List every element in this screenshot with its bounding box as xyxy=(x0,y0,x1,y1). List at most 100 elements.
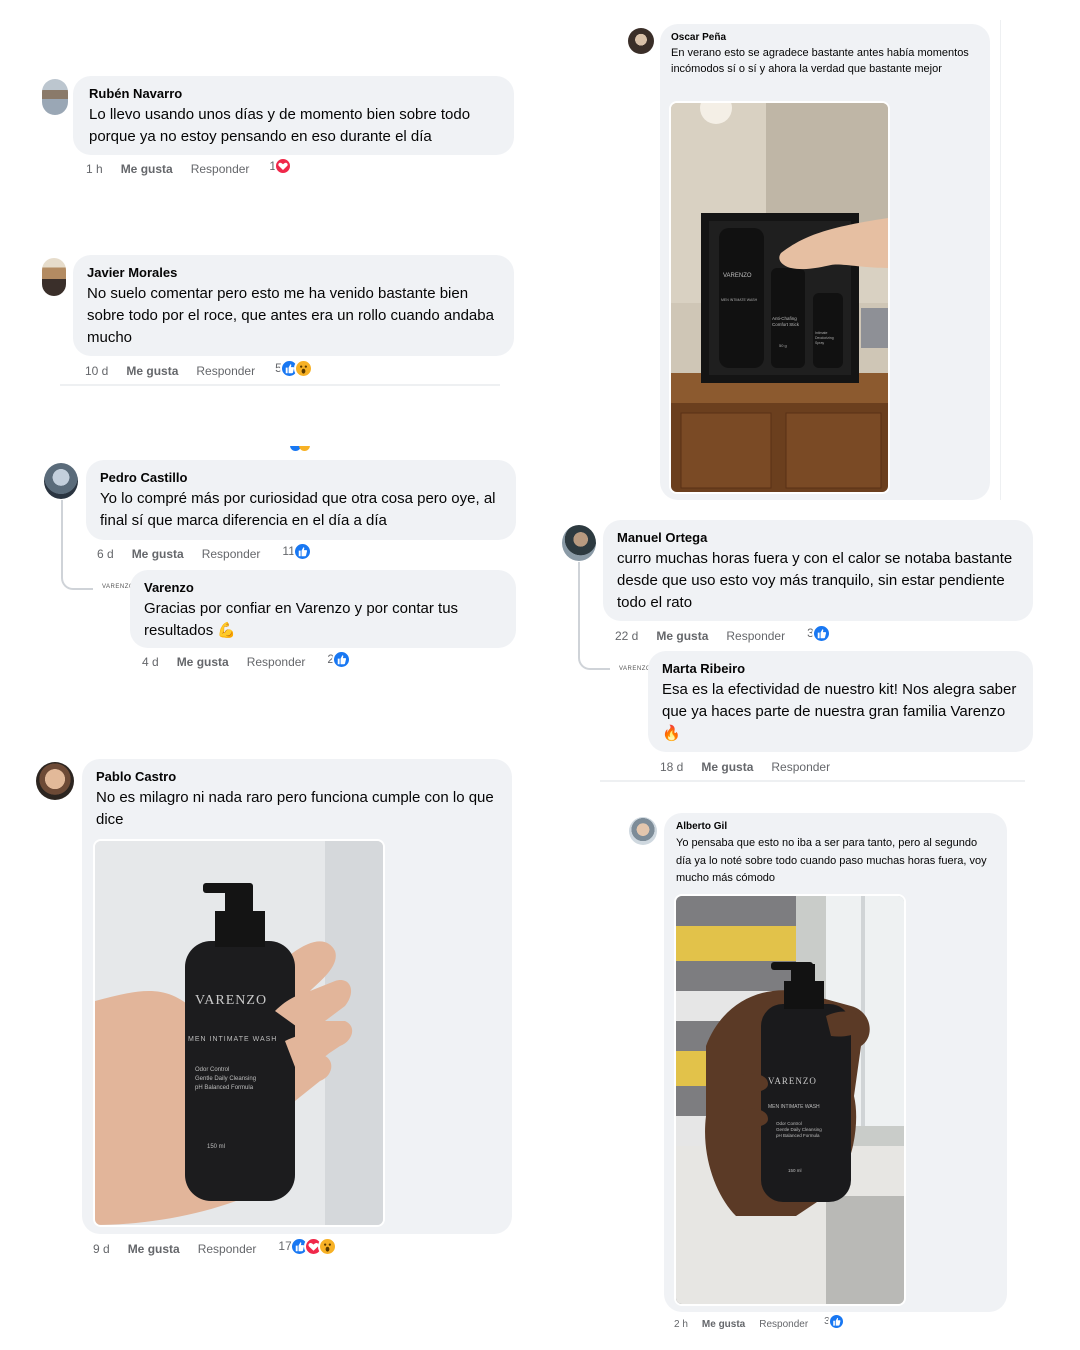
reply-button[interactable]: Responder xyxy=(247,655,306,669)
box-spray-name: Intimate Deodorizing Spray xyxy=(815,331,834,345)
comment-time[interactable]: 1 h xyxy=(86,162,103,176)
reply-button[interactable]: Responder xyxy=(202,547,261,561)
comment-author[interactable]: Varenzo xyxy=(144,580,502,595)
avatar[interactable] xyxy=(36,762,74,800)
reply-button[interactable]: Responder xyxy=(771,760,830,774)
reaction-summary[interactable]: 3 xyxy=(824,1313,845,1330)
like-button[interactable]: Me gusta xyxy=(126,364,178,378)
reply-button[interactable]: Responder xyxy=(196,364,255,378)
clipped-previous-actions: — · ——— · ——— xyxy=(140,52,340,66)
comment-author[interactable]: Pablo Castro xyxy=(96,769,498,784)
comment-time[interactable]: 10 d xyxy=(85,364,108,378)
divider xyxy=(600,780,1025,782)
comment-time[interactable]: 22 d xyxy=(615,629,638,643)
comment-actions: 9 d Me gusta Responder 17 xyxy=(93,1236,337,1256)
comment-time[interactable]: 9 d xyxy=(93,1242,110,1256)
bottle-product-name: MEN INTIMATE WASH xyxy=(188,1036,278,1043)
like-button[interactable]: Me gusta xyxy=(132,547,184,561)
reply-button[interactable]: Responder xyxy=(198,1242,257,1256)
reply-button[interactable]: Responder xyxy=(759,1319,808,1330)
like-button[interactable]: Me gusta xyxy=(128,1242,180,1256)
like-reaction-icon xyxy=(292,541,312,561)
avatar[interactable] xyxy=(44,463,78,499)
comment-text: Yo lo compré más por curiosidad que otra… xyxy=(100,490,496,529)
comment-actions: 6 d Me gusta Responder 11 xyxy=(97,541,312,561)
comment-time[interactable]: 6 d xyxy=(97,547,114,561)
like-button[interactable]: Me gusta xyxy=(701,760,753,774)
like-button[interactable]: Me gusta xyxy=(121,162,173,176)
comment-actions: 18 d Me gusta Responder xyxy=(660,760,830,774)
like-button[interactable]: Me gusta xyxy=(702,1319,745,1330)
comment-text: Lo llevo usando unos días y de momento b… xyxy=(89,106,471,145)
comment-bubble: Pedro Castillo Yo lo compré más por curi… xyxy=(86,460,516,540)
avatar[interactable] xyxy=(629,817,657,845)
comment-time[interactable]: 4 d xyxy=(142,655,159,669)
box-brand: VARENZO xyxy=(723,273,752,279)
comment-bubble: Varenzo Gracias por confiar en Varenzo y… xyxy=(130,570,516,648)
reaction-summary[interactable]: 1 xyxy=(269,157,293,175)
comment-bubble: Manuel Ortega curro muchas horas fuera y… xyxy=(603,520,1033,621)
comment-actions: 22 d Me gusta Responder 3 xyxy=(615,623,831,643)
box-stick-weight: 50 g xyxy=(779,343,787,348)
wow-reaction-icon xyxy=(293,358,313,378)
comment-author[interactable]: Oscar Peña xyxy=(671,32,979,43)
comment-author[interactable]: Pedro Castillo xyxy=(100,470,502,485)
reply-button[interactable]: Responder xyxy=(726,629,785,643)
reaction-summary[interactable]: 17 xyxy=(278,1236,337,1256)
comment-text: No suelo comentar pero esto me ha venido… xyxy=(87,285,494,346)
love-reaction-icon xyxy=(274,157,293,175)
divider xyxy=(1000,20,1001,500)
bottle-volume: 150 ml xyxy=(788,1168,802,1173)
reaction-summary[interactable]: 11 xyxy=(282,541,312,561)
comment-time[interactable]: 2 h xyxy=(674,1319,688,1330)
box-stick-name: Anti-Chafing Comfort Stick xyxy=(772,316,800,327)
comment-author[interactable]: Rubén Navarro xyxy=(89,86,498,101)
comment-photo[interactable]: VARENZO MEN INTIMATE WASH Anti-Chafing C… xyxy=(669,101,890,494)
bottle-product-name: MEN INTIMATE WASH xyxy=(768,1104,820,1110)
avatar[interactable] xyxy=(42,79,68,115)
brand-logo-avatar[interactable]: VARENZO xyxy=(619,666,651,672)
comment-author[interactable]: Manuel Ortega xyxy=(617,530,1019,545)
like-reaction-icon xyxy=(332,649,352,669)
like-reaction-icon xyxy=(827,1313,845,1330)
avatar[interactable] xyxy=(628,28,654,54)
reaction-summary[interactable]: 2 xyxy=(327,649,352,669)
comment-text: Esa es la efectividad de nuestro kit! No… xyxy=(662,681,1017,742)
reply-button[interactable]: Responder xyxy=(191,162,250,176)
comment-actions: 1 h Me gusta Responder 1 xyxy=(86,157,293,176)
comment-actions: 10 d Me gusta Responder 5 xyxy=(85,358,313,378)
bottle-features: Odor Control Gentle Daily Cleansing pH B… xyxy=(776,1121,822,1138)
bottle-features: Odor Control Gentle Daily Cleansing pH B… xyxy=(195,1067,257,1091)
comment-text: Yo pensaba que esto no iba a ser para ta… xyxy=(676,837,987,884)
comment-text: En verano esto se agradece bastante ante… xyxy=(671,47,969,75)
like-button[interactable]: Me gusta xyxy=(656,629,708,643)
comment-photo[interactable]: VARENZO MEN INTIMATE WASH Odor Control G… xyxy=(674,894,906,1306)
comment-text: No es milagro ni nada raro pero funciona… xyxy=(96,789,494,828)
comment-author[interactable]: Alberto Gil xyxy=(676,821,995,832)
clipped-previous-actions: — · —— · —— xyxy=(140,446,340,454)
comment-text: curro muchas horas fuera y con el calor … xyxy=(617,550,1013,611)
product-photo-hand-bottle xyxy=(676,896,904,1304)
bottle-brand: VARENZO xyxy=(768,1076,817,1086)
avatar[interactable] xyxy=(42,258,66,296)
product-photo-kit-box xyxy=(671,103,888,492)
comment-bubble: Marta Ribeiro Esa es la efectividad de n… xyxy=(648,651,1033,752)
comment-actions: 2 h Me gusta Responder 3 xyxy=(674,1313,845,1330)
comment-author[interactable]: Marta Ribeiro xyxy=(662,661,1019,676)
wow-reaction-icon xyxy=(317,1236,337,1256)
comment-author[interactable]: Javier Morales xyxy=(87,265,500,280)
comment-bubble: Rubén Navarro Lo llevo usando unos días … xyxy=(73,76,514,155)
divider xyxy=(60,384,500,386)
like-button[interactable]: Me gusta xyxy=(177,655,229,669)
comment-time[interactable]: 18 d xyxy=(660,760,683,774)
bottle-volume: 150 ml xyxy=(207,1144,226,1150)
comment-bubble: Javier Morales No suelo comentar pero es… xyxy=(73,255,514,356)
reaction-summary[interactable]: 5 xyxy=(275,358,313,378)
avatar[interactable] xyxy=(562,525,596,561)
product-photo-wash-bottle xyxy=(95,841,383,1225)
comment-text: Gracias por confiar en Varenzo y por con… xyxy=(144,600,459,639)
comment-photo[interactable]: VARENZO MEN INTIMATE WASH Odor Control G… xyxy=(93,839,385,1227)
reaction-summary[interactable]: 3 xyxy=(807,623,831,643)
box-wash-name: MEN INTIMATE WASH xyxy=(721,298,758,302)
bottle-brand: VARENZO xyxy=(195,993,268,1008)
